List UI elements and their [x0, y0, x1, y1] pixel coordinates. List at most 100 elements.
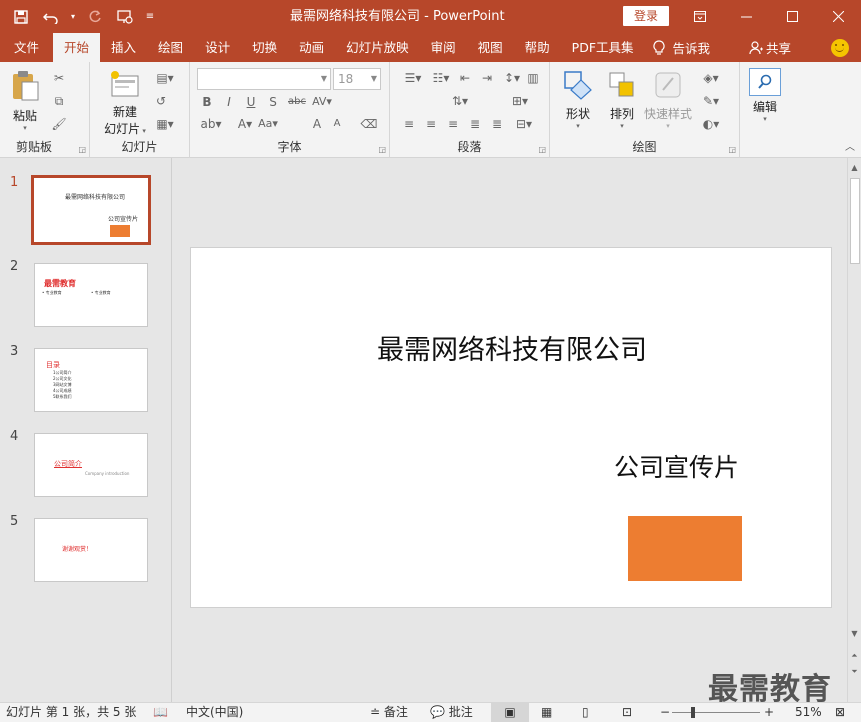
slideshow-view-icon[interactable]: ⊡	[622, 703, 632, 722]
slide-thumbnail-3[interactable]: 目录 1公司简介 2公司文化 3网站文博 4公司成绩 5联系我们	[34, 348, 148, 412]
tab-view[interactable]: 视图	[467, 33, 514, 62]
fit-to-window-icon[interactable]: ⊠	[835, 703, 845, 722]
clear-formatting-icon[interactable]: ⌫	[360, 116, 378, 132]
arrange-button[interactable]: 排列 ▾	[602, 70, 642, 130]
font-launcher-icon[interactable]: ◲	[378, 145, 386, 154]
align-left-icon[interactable]: ≡	[400, 116, 418, 132]
italic-icon[interactable]: I	[220, 94, 238, 110]
start-slideshow-icon[interactable]	[112, 4, 138, 30]
underline-icon[interactable]: U	[242, 94, 260, 110]
tab-transitions[interactable]: 切换	[241, 33, 288, 62]
clipboard-launcher-icon[interactable]: ◲	[78, 145, 86, 154]
paragraph-launcher-icon[interactable]: ◲	[538, 145, 546, 154]
zoom-slider[interactable]	[672, 712, 760, 713]
tab-slideshow[interactable]: 幻灯片放映	[335, 33, 420, 62]
font-size-combo[interactable]: 18 ▼	[333, 68, 381, 90]
font-name-combo[interactable]: ▼	[197, 68, 331, 90]
copy-icon[interactable]: ⧉	[50, 93, 68, 109]
zoom-slider-thumb[interactable]	[691, 707, 695, 718]
increase-font-icon[interactable]: A	[308, 116, 326, 132]
line-spacing-icon[interactable]: ↕▾	[500, 70, 524, 86]
distributed-icon[interactable]: ≣	[488, 116, 506, 132]
reset-icon[interactable]: ↺	[152, 93, 170, 109]
scroll-down-icon[interactable]: ▼	[848, 626, 861, 642]
columns-icon[interactable]: ▥	[524, 70, 542, 86]
tab-pdf-tools[interactable]: PDF工具集	[561, 33, 645, 62]
tab-draw[interactable]: 绘图	[147, 33, 194, 62]
format-painter-icon[interactable]: 🖌	[50, 116, 68, 132]
ribbon-display-options-icon[interactable]	[677, 0, 723, 33]
collapse-ribbon-icon[interactable]: ︿	[845, 138, 855, 153]
previous-slide-icon[interactable]: ⏶	[848, 648, 861, 664]
slide-subtitle[interactable]: 公司宣传片	[614, 448, 739, 484]
login-button[interactable]: 登录	[623, 6, 669, 26]
text-direction-icon[interactable]: ⇅▾	[448, 93, 472, 109]
minimize-icon[interactable]	[723, 0, 769, 33]
close-icon[interactable]	[815, 0, 861, 33]
smiley-feedback-icon[interactable]	[831, 38, 849, 57]
share-button[interactable]: 共享	[749, 33, 791, 62]
notes-button[interactable]: ≐ 备注	[370, 703, 408, 722]
current-slide[interactable]: 最需网络科技有限公司 公司宣传片	[190, 247, 832, 608]
customize-qat-icon[interactable]: ≡	[142, 4, 158, 30]
decrease-font-icon[interactable]: A	[328, 116, 346, 132]
slide-thumbnail-5[interactable]: 谢谢观赏！	[34, 518, 148, 582]
slide-sorter-view-icon[interactable]: ▦	[541, 703, 552, 722]
character-spacing-icon[interactable]: AV▾	[310, 94, 334, 110]
slide-orange-rectangle[interactable]	[628, 516, 742, 581]
paste-button[interactable]: 粘贴 ▾	[6, 70, 44, 132]
tab-review[interactable]: 审阅	[420, 33, 467, 62]
cut-icon[interactable]: ✂	[50, 70, 68, 86]
tab-animations[interactable]: 动画	[288, 33, 335, 62]
slide-thumbnail-4[interactable]: 公司简介 Company introduction	[34, 433, 148, 497]
shapes-button[interactable]: 形状 ▾	[558, 70, 598, 130]
scroll-thumb[interactable]	[850, 178, 860, 264]
align-center-icon[interactable]: ≡	[422, 116, 440, 132]
zoom-in-icon[interactable]: +	[764, 703, 774, 722]
tab-insert[interactable]: 插入	[100, 33, 147, 62]
vertical-scrollbar[interactable]: ▲ ▼ ⏶ ⏷	[847, 158, 861, 702]
slide-thumbnail-1[interactable]: 最需网络科技有限公司 公司宣传片	[31, 175, 151, 245]
new-slide-button[interactable]: 新建 幻灯片 ▾	[98, 70, 152, 137]
shape-effects-icon[interactable]: ◐▾	[698, 116, 724, 132]
tab-design[interactable]: 设计	[194, 33, 241, 62]
increase-indent-icon[interactable]: ⇥	[478, 70, 496, 86]
align-right-icon[interactable]: ≡	[444, 116, 462, 132]
bullets-icon[interactable]: ☰▾	[400, 70, 426, 86]
tell-me-box[interactable]: 告诉我	[645, 33, 710, 62]
text-highlight-icon[interactable]: ab▾	[198, 116, 224, 132]
bold-icon[interactable]: B	[198, 94, 216, 110]
tab-file[interactable]: 文件	[0, 33, 53, 62]
zoom-level[interactable]: 51%	[795, 703, 822, 722]
spelling-icon[interactable]: 📖	[153, 703, 168, 722]
change-case-icon[interactable]: Aa▾	[256, 116, 280, 132]
tab-home[interactable]: 开始	[53, 33, 101, 62]
tab-help[interactable]: 帮助	[514, 33, 561, 62]
shape-fill-icon[interactable]: ◈▾	[698, 70, 724, 86]
decrease-indent-icon[interactable]: ⇤	[456, 70, 474, 86]
zoom-out-icon[interactable]: −	[660, 703, 670, 722]
redo-icon[interactable]	[82, 4, 108, 30]
quick-styles-button[interactable]: 快速样式 ▾	[642, 70, 694, 130]
undo-dropdown-icon[interactable]: ▾	[68, 4, 78, 30]
next-slide-icon[interactable]: ⏷	[848, 664, 861, 680]
normal-view-icon[interactable]: ▣	[491, 703, 529, 722]
shadow-icon[interactable]: S	[264, 94, 282, 110]
drawing-launcher-icon[interactable]: ◲	[728, 145, 736, 154]
slide-thumbnail-2[interactable]: 最需教育 • 专业教育 • 专业教育	[34, 263, 148, 327]
font-color-icon[interactable]: A▾	[234, 116, 256, 132]
language-status[interactable]: 中文(中国)	[186, 703, 243, 722]
align-text-icon[interactable]: ⊞▾	[508, 93, 532, 109]
editing-button[interactable]: 编辑 ▾	[746, 68, 784, 123]
layout-icon[interactable]: ▤▾	[152, 70, 178, 86]
smartart-icon[interactable]: ⊟▾	[512, 116, 536, 132]
comments-button[interactable]: 💬 批注	[430, 703, 473, 722]
save-icon[interactable]	[8, 4, 34, 30]
slide-title[interactable]: 最需网络科技有限公司	[191, 328, 833, 367]
numbering-icon[interactable]: ☷▾	[428, 70, 454, 86]
undo-icon[interactable]	[38, 4, 64, 30]
section-icon[interactable]: ▦▾	[152, 116, 178, 132]
reading-view-icon[interactable]: ▯	[582, 703, 589, 722]
scroll-up-icon[interactable]: ▲	[848, 160, 861, 176]
justify-icon[interactable]: ≣	[466, 116, 484, 132]
